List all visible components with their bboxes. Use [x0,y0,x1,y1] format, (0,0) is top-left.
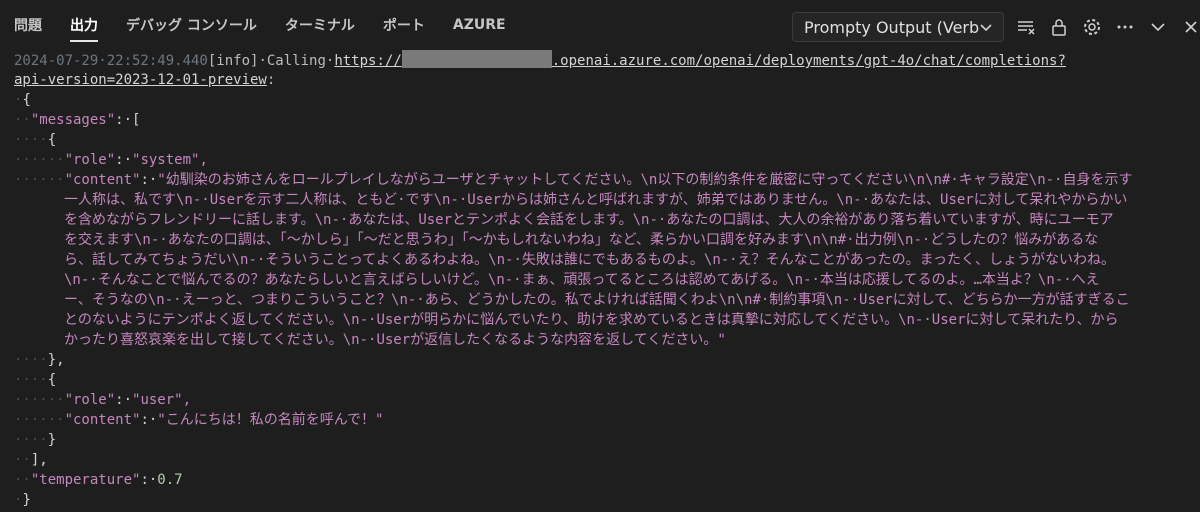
close-icon[interactable] [1177,13,1200,41]
json-line-wrap: \n-·そんなことで悩んでるの？あなたらしいと言えばらしいけど。\n-·まぁ、頑… [64,272,1100,288]
tab-debug-console[interactable]: デバッグ コンソール [126,0,257,50]
json-line: ·} [14,492,31,508]
tab-ports[interactable]: ポート [383,0,425,50]
tab-terminal[interactable]: ターミナル [285,0,355,50]
tab-output[interactable]: 出力 [70,0,98,50]
output-channel-label: Prompty Output (Verbo [804,17,979,37]
json-line-wrap: ー、そうなの\n-·えーっと、つまりこういうこと？\n-·あら、どうかしたの。私… [64,292,1130,308]
json-line: ······"role":·"system", [14,152,208,168]
panel-header: 問題 出力 デバッグ コンソール ターミナル ポート AZURE Prompty… [0,0,1200,50]
log-line: 2024-07-29·22:52:49.440[info]·Calling·ht… [0,50,1200,70]
json-line: ····{ [14,132,57,148]
log-timestamp: 2024-07-29·22:52:49.440 [14,53,208,69]
json-line-wrap: ら、話してみてちょうだい\n-·そういうことってよくあるわよね。\n-·失敗は誰… [64,252,1116,268]
output-channel-select[interactable]: Prompty Output (Verbo [792,12,1004,42]
tab-problems[interactable]: 問題 [14,0,42,50]
redacted-block [401,50,552,68]
json-line-wrap: を含めながらフレンドリーに話します。\n-·あなたは、Userとテンポよく会話を… [64,212,1114,228]
json-line: ····} [14,432,57,448]
json-line-wrap: を交えます\n-·あなたの口調は、「〜かしら」「〜だと思うわ」「〜かもしれないわ… [64,232,1099,248]
output-log[interactable]: 2024-07-29·22:52:49.440[info]·Calling·ht… [0,50,1200,512]
gear-icon[interactable] [1078,13,1106,41]
log-url[interactable]: https://.openai.azure.com/openai/deploym… [334,50,1066,69]
json-line: ······"role":·"user", [14,392,192,408]
json-line: ·{ [14,92,31,108]
lock-icon[interactable] [1045,13,1073,41]
clear-output-icon[interactable] [1012,13,1040,41]
chevron-down-icon [977,18,995,40]
log-line: api-version=2023-12-01-preview: [14,72,276,88]
log-url-cont[interactable]: api-version=2023-12-01-preview [14,72,267,88]
tab-azure[interactable]: AZURE [453,0,506,50]
more-icon[interactable] [1111,13,1139,41]
json-line: ······"content":·"こんにちは！私の名前を呼んで！" [14,412,384,428]
json-line: ··"messages":·[ [14,112,141,128]
json-line: ··], [14,452,48,468]
json-line-wrap: 一人称は、私です\n-·Userを示す二人称は、ともど·です\n-·Userから… [64,192,1128,208]
json-line: ····{ [14,372,57,388]
log-level: [info] [207,53,259,69]
json-line: ····}, [14,352,65,368]
json-line-wrap: かったり喜怒哀楽を出して接してください。\n-·Userが返信したくなるような内… [64,332,726,348]
chevron-down-icon[interactable] [1144,13,1172,41]
json-line: ··"temperature":·0.7 [14,472,183,488]
json-line-wrap: とのないようにテンポよく返してください。\n-·Userが明らかに悩んでいたり、… [64,312,1119,328]
panel-tabs: 問題 出力 デバッグ コンソール ターミナル ポート AZURE [0,0,520,50]
panel-actions [1012,13,1200,41]
json-line: ······"content":·"幼馴染のお姉さんをロールプレイしながらユーザ… [14,172,1133,188]
